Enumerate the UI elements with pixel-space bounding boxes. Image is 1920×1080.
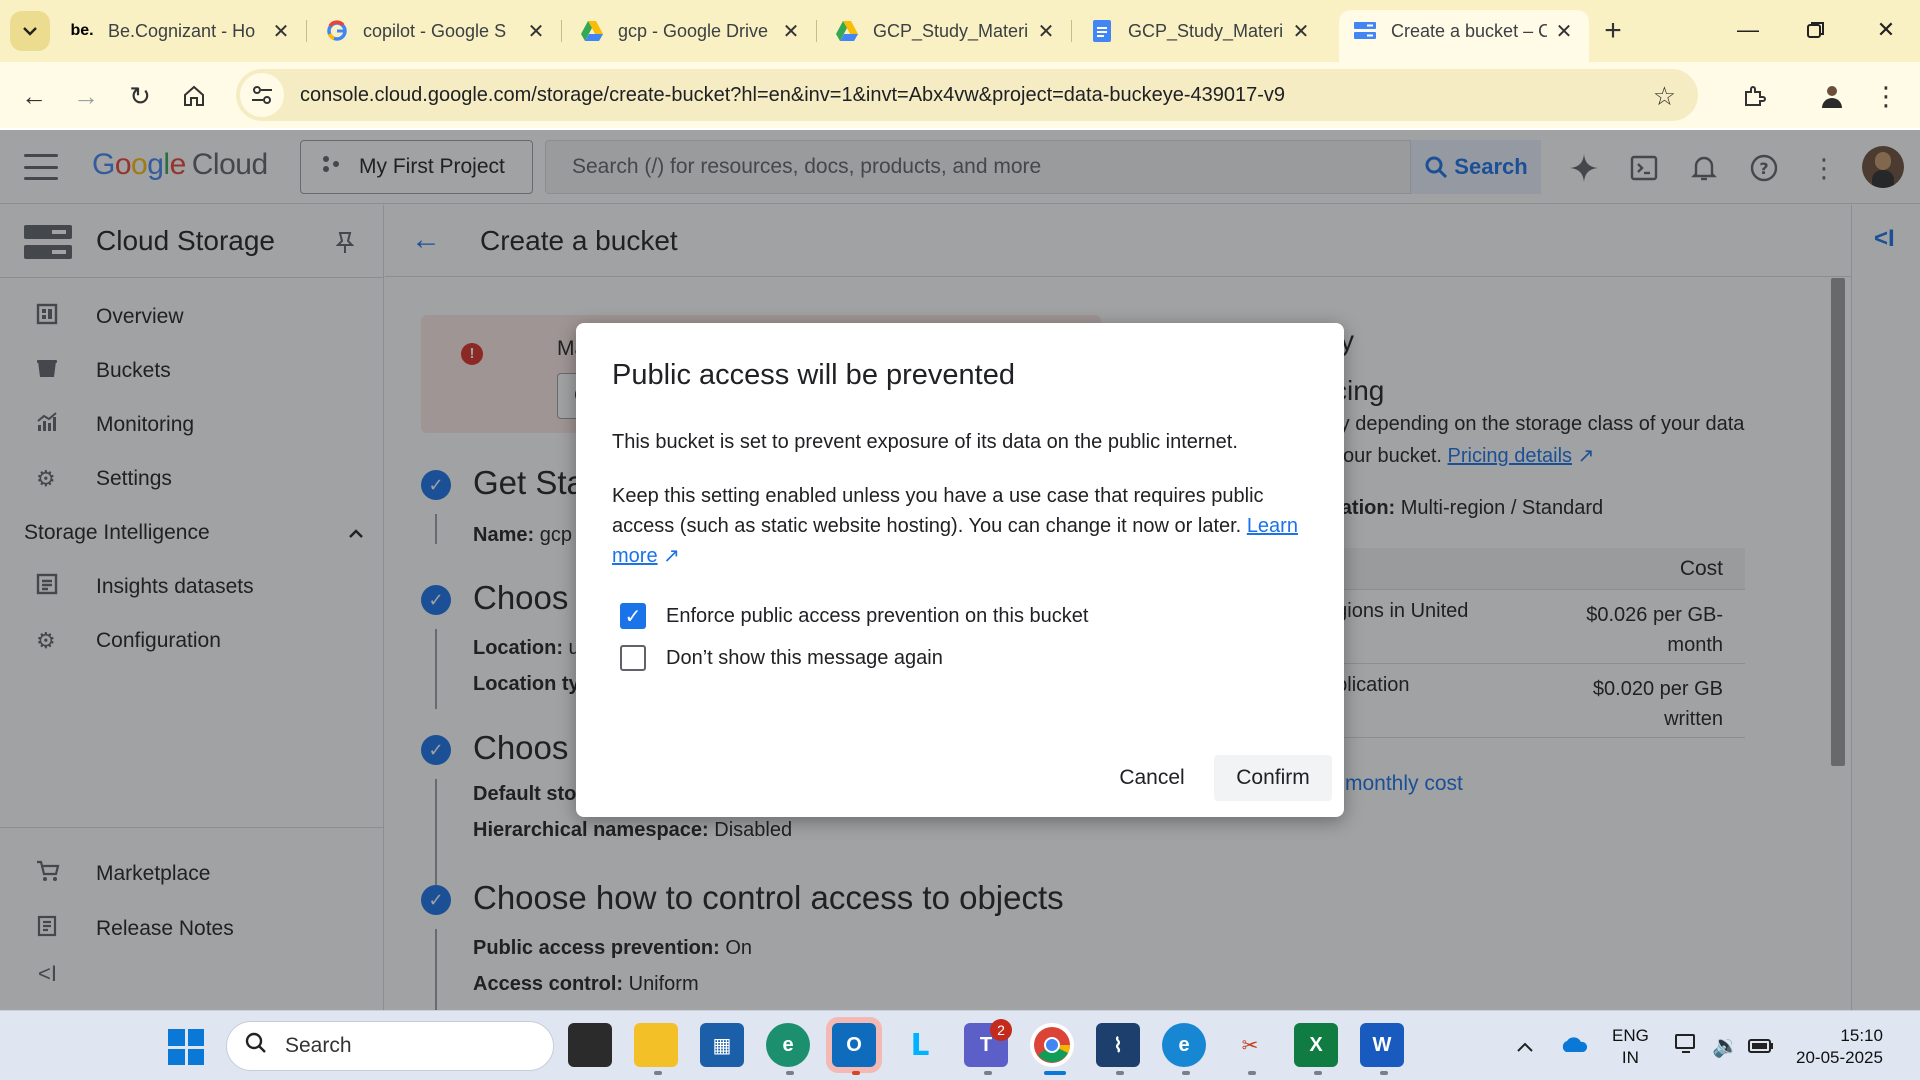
show-hidden-icons-chevron-icon[interactable]: [1516, 1033, 1534, 1059]
new-tab-button[interactable]: +: [1596, 14, 1630, 48]
dialog-title: Public access will be prevented: [612, 359, 1015, 391]
browser-tab-strip: be. Be.Cognizant - Ho ✕ copilot - Google…: [0, 0, 1920, 62]
windows-taskbar: Search ▦ e O ᒪ T 2 ⌇ e ✂ X W ENG IN 🔉 15:…: [0, 1010, 1920, 1080]
task-view-icon[interactable]: [568, 1023, 612, 1067]
browser-tab[interactable]: gcp - Google Drive ✕: [566, 10, 817, 52]
browser-tab[interactable]: GCP_Study_Materi ✕: [1076, 10, 1326, 52]
storage-icon: [1353, 19, 1377, 43]
outlook-icon[interactable]: O: [832, 1023, 876, 1067]
external-link-icon: ↗: [663, 545, 680, 567]
back-button[interactable]: ←: [14, 76, 54, 116]
close-tab-icon[interactable]: ✕: [270, 19, 292, 44]
volume-icon[interactable]: 🔉: [1712, 1033, 1739, 1059]
dialog-paragraph: This bucket is set to prevent exposure o…: [612, 431, 1238, 453]
browser-tab[interactable]: copilot - Google S ✕: [311, 10, 562, 52]
browser-tab[interactable]: be. Be.Cognizant - Ho ✕: [56, 10, 307, 52]
drive-icon: [835, 19, 859, 43]
dont-show-again-checkbox[interactable]: [620, 645, 646, 671]
system-clock[interactable]: 15:10 20-05-2025: [1796, 1025, 1883, 1069]
minimize-button[interactable]: —: [1718, 10, 1778, 50]
google-icon: [325, 19, 349, 43]
browser-tab[interactable]: GCP_Study_Materi ✕: [821, 10, 1072, 52]
close-tab-icon[interactable]: ✕: [1035, 19, 1057, 44]
restore-icon: [1807, 22, 1824, 38]
home-icon: [184, 85, 204, 106]
microsoft-store-icon[interactable]: ▦: [700, 1023, 744, 1067]
language-indicator[interactable]: ENG IN: [1612, 1025, 1649, 1069]
pen-app-icon[interactable]: ᒪ: [898, 1023, 942, 1067]
bookmark-star-icon[interactable]: ☆: [1653, 81, 1676, 112]
profile-icon[interactable]: [1812, 76, 1852, 116]
enforce-prevention-checkbox[interactable]: ✓: [620, 603, 646, 629]
teams-notification-badge: 2: [990, 1019, 1012, 1041]
edge-icon[interactable]: e: [1162, 1023, 1206, 1067]
url-text: console.cloud.google.com/storage/create-…: [300, 83, 1286, 106]
edge-dev-icon[interactable]: e: [766, 1023, 810, 1067]
docs-icon: [1090, 19, 1114, 43]
network-icon[interactable]: [1674, 1033, 1700, 1061]
cancel-button[interactable]: Cancel: [1106, 755, 1198, 801]
battery-icon[interactable]: [1748, 1033, 1774, 1059]
dialog-paragraph-2: Keep this setting enabled unless you hav…: [612, 485, 1298, 567]
restore-button[interactable]: [1786, 10, 1846, 50]
confirm-button[interactable]: Confirm: [1214, 755, 1332, 801]
site-info-icon[interactable]: [240, 73, 284, 117]
chrome-icon[interactable]: [1030, 1023, 1074, 1067]
file-explorer-icon[interactable]: [634, 1023, 678, 1067]
windows-start-icon[interactable]: [168, 1029, 204, 1065]
forward-button[interactable]: →: [66, 76, 106, 116]
word-icon[interactable]: W: [1360, 1023, 1404, 1067]
browser-toolbar: ← → ↻ console.cloud.google.com/storage/c…: [0, 62, 1920, 128]
browser-menu-icon[interactable]: ⋮: [1866, 76, 1906, 116]
home-button[interactable]: [174, 76, 214, 116]
dont-show-again-checkbox-row[interactable]: Don’t show this message again: [620, 645, 943, 671]
mysql-workbench-icon[interactable]: ⌇: [1096, 1023, 1140, 1067]
onedrive-icon[interactable]: [1560, 1033, 1588, 1059]
snipping-tool-icon[interactable]: ✂: [1228, 1023, 1272, 1067]
tab-search-button[interactable]: [10, 11, 50, 51]
enforce-prevention-checkbox-row[interactable]: ✓ Enforce public access prevention on th…: [620, 603, 1088, 629]
cognizant-icon: be.: [70, 22, 94, 39]
drive-icon: [580, 19, 604, 43]
close-tab-icon[interactable]: ✕: [525, 19, 547, 44]
extensions-icon[interactable]: [1734, 76, 1774, 116]
browser-tab-active[interactable]: Create a bucket – C ✕: [1339, 10, 1589, 62]
close-tab-icon[interactable]: ✕: [1290, 19, 1312, 44]
taskbar-search-input[interactable]: Search: [226, 1021, 554, 1071]
close-tab-icon[interactable]: ✕: [780, 19, 802, 44]
reload-button[interactable]: ↻: [120, 76, 160, 116]
search-icon: [245, 1032, 267, 1060]
excel-icon[interactable]: X: [1294, 1023, 1338, 1067]
close-tab-icon[interactable]: ✕: [1553, 19, 1575, 44]
chevron-down-icon: [23, 27, 37, 36]
public-access-dialog: Public access will be prevented This buc…: [576, 323, 1344, 817]
close-window-button[interactable]: ✕: [1856, 10, 1916, 50]
address-bar[interactable]: console.cloud.google.com/storage/create-…: [236, 69, 1698, 121]
